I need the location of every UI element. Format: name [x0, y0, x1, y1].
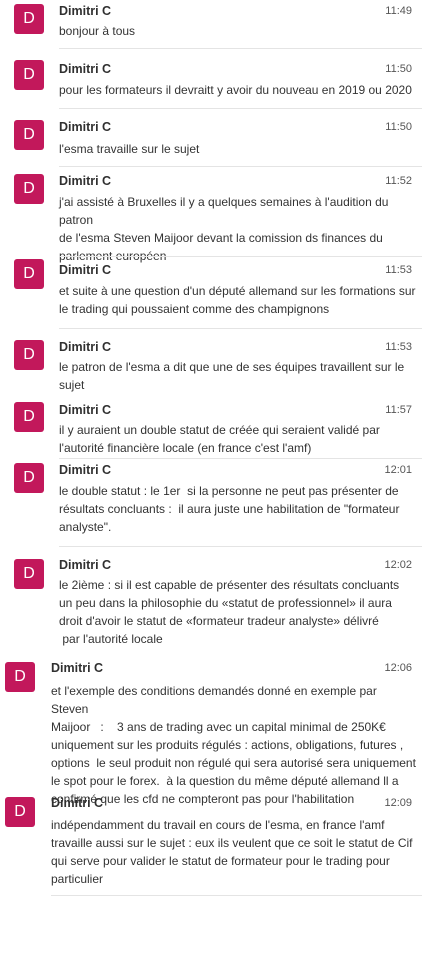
message-text: pour les formateurs il devraitt y avoir … — [59, 83, 412, 97]
chat-message-list: D Dimitri C 11:49 bonjour à tous D Dimit… — [0, 0, 436, 966]
author-name[interactable]: Dimitri C — [59, 462, 111, 478]
avatar[interactable]: D — [14, 559, 44, 589]
message-text: et l'exemple des conditions demandés don… — [51, 684, 416, 806]
author-name[interactable]: Dimitri C — [59, 61, 111, 77]
message-timestamp: 11:53 — [385, 264, 412, 276]
message-timestamp: 12:09 — [384, 797, 412, 809]
message-body: Dimitri C 11:53 le patron de l'esma a di… — [59, 328, 422, 396]
avatar[interactable]: D — [5, 797, 35, 827]
message-divider — [59, 458, 422, 459]
author-name[interactable]: Dimitri C — [59, 557, 111, 573]
message-text: l'esma travaille sur le sujet — [59, 142, 200, 156]
author-name[interactable]: Dimitri C — [59, 402, 111, 418]
message-timestamp: 11:52 — [385, 175, 412, 187]
message-text: le 2ième : si il est capable de présente… — [59, 578, 400, 646]
avatar[interactable]: D — [14, 120, 44, 150]
message-body: Dimitri C 12:09 indépendamment du travai… — [51, 792, 422, 896]
avatar[interactable]: D — [14, 60, 44, 90]
message-body: Dimitri C 11:50 pour les formateurs il d… — [59, 48, 422, 108]
message-text: j'ai assisté à Bruxelles il y a quelques… — [59, 195, 389, 263]
message-divider — [59, 546, 422, 547]
message-divider — [51, 895, 422, 896]
message-timestamp: 12:02 — [384, 559, 412, 571]
message-timestamp: 11:50 — [385, 63, 412, 75]
author-name[interactable]: Dimitri C — [59, 262, 111, 278]
author-name[interactable]: Dimitri C — [51, 795, 103, 811]
message-text: le patron de l'esma a dit que une de ses… — [59, 360, 405, 392]
author-name[interactable]: Dimitri C — [59, 173, 111, 189]
message-timestamp: 11:49 — [385, 5, 412, 17]
avatar[interactable]: D — [14, 259, 44, 289]
message-timestamp: 11:53 — [385, 341, 412, 353]
message-divider — [59, 256, 422, 257]
author-name[interactable]: Dimitri C — [59, 119, 111, 135]
message-text: et suite à une question d'un député alle… — [59, 284, 416, 316]
message-body: Dimitri C 12:06 et l'exemple des conditi… — [51, 654, 422, 806]
avatar[interactable]: D — [14, 4, 44, 34]
message-timestamp: 12:06 — [384, 662, 412, 674]
message-body: Dimitri C 11:52 j'ai assisté à Bruxelles… — [59, 166, 422, 263]
message-body: Dimitri C 11:49 bonjour à tous — [59, 0, 422, 48]
message-text: bonjour à tous — [59, 24, 136, 38]
message-timestamp: 11:57 — [385, 404, 412, 416]
message-divider — [59, 166, 422, 167]
message-divider — [59, 108, 422, 109]
author-name[interactable]: Dimitri C — [59, 3, 111, 19]
avatar[interactable]: D — [14, 402, 44, 432]
message-timestamp: 11:50 — [385, 121, 412, 133]
author-name[interactable]: Dimitri C — [51, 660, 103, 676]
avatar[interactable]: D — [5, 662, 35, 692]
message-divider — [59, 328, 422, 329]
message-text: le double statut : le 1er si la personne… — [59, 484, 400, 534]
message-body: Dimitri C 12:01 le double statut : le 1e… — [59, 458, 422, 546]
avatar[interactable]: D — [14, 463, 44, 493]
message-divider — [59, 48, 422, 49]
message-text: il y auraient un double statut de créée … — [59, 423, 380, 455]
message-body: Dimitri C 11:53 et suite à une question … — [59, 256, 422, 328]
message-text: indépendamment du travail en cours de l'… — [51, 818, 413, 886]
message-body: Dimitri C 11:57 il y auraient un double … — [59, 396, 422, 458]
message-body: Dimitri C 12:02 le 2ième : si il est cap… — [59, 546, 422, 654]
message-body: Dimitri C 11:50 l'esma travaille sur le … — [59, 108, 422, 166]
author-name[interactable]: Dimitri C — [59, 339, 111, 355]
avatar[interactable]: D — [14, 174, 44, 204]
message-timestamp: 12:01 — [384, 464, 412, 476]
avatar[interactable]: D — [14, 340, 44, 370]
